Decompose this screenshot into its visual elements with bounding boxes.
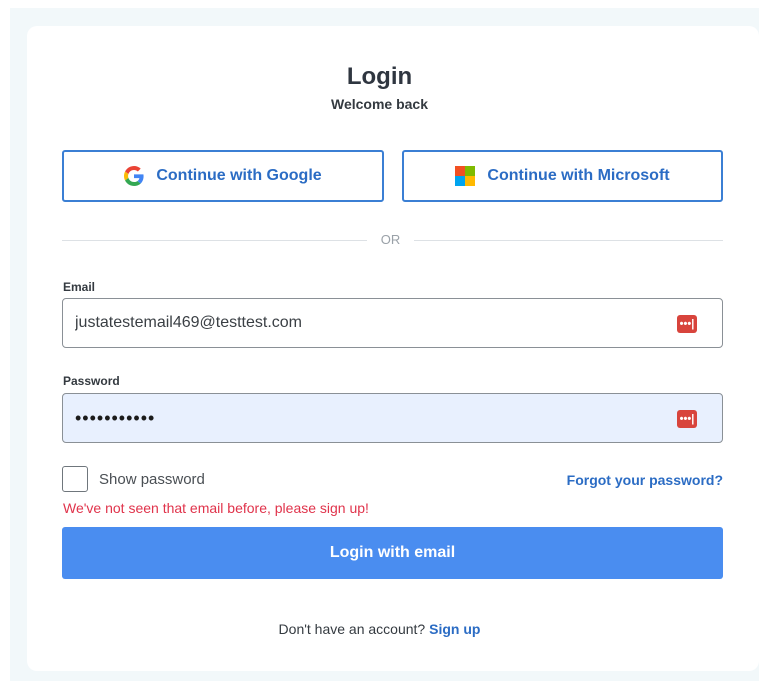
continue-with-google-label: Continue with Google xyxy=(156,167,322,184)
google-icon xyxy=(124,166,144,186)
login-with-email-button[interactable]: Login with email xyxy=(62,527,723,579)
page-subtitle: Welcome back xyxy=(330,96,428,112)
email-field-wrapper: •••| xyxy=(62,298,723,348)
show-password-checkbox[interactable] xyxy=(62,466,88,492)
email-field[interactable] xyxy=(63,299,722,347)
error-message: We've not seen that email before, please… xyxy=(63,500,369,516)
page-title: Login xyxy=(346,63,413,90)
continue-with-microsoft-button[interactable]: Continue with Microsoft xyxy=(402,150,723,202)
microsoft-icon xyxy=(455,166,476,186)
continue-with-google-button[interactable]: Continue with Google xyxy=(62,150,384,202)
divider-right xyxy=(414,240,723,241)
or-divider-text: OR xyxy=(380,232,401,247)
password-manager-icon[interactable]: •••| xyxy=(677,315,697,333)
password-manager-icon[interactable]: •••| xyxy=(677,410,697,428)
signup-row: Don't have an account? Sign up xyxy=(0,621,759,637)
password-field[interactable] xyxy=(63,394,722,442)
divider-left xyxy=(62,240,367,241)
forgot-password-link[interactable]: Forgot your password? xyxy=(567,472,723,488)
password-label: Password xyxy=(63,374,120,388)
signup-link[interactable]: Sign up xyxy=(429,621,480,637)
continue-with-microsoft-label: Continue with Microsoft xyxy=(487,167,670,184)
show-password-label[interactable]: Show password xyxy=(99,471,205,488)
password-field-wrapper: •••| xyxy=(62,393,723,443)
email-label: Email xyxy=(63,280,96,294)
signup-prompt: Don't have an account? xyxy=(278,621,426,637)
